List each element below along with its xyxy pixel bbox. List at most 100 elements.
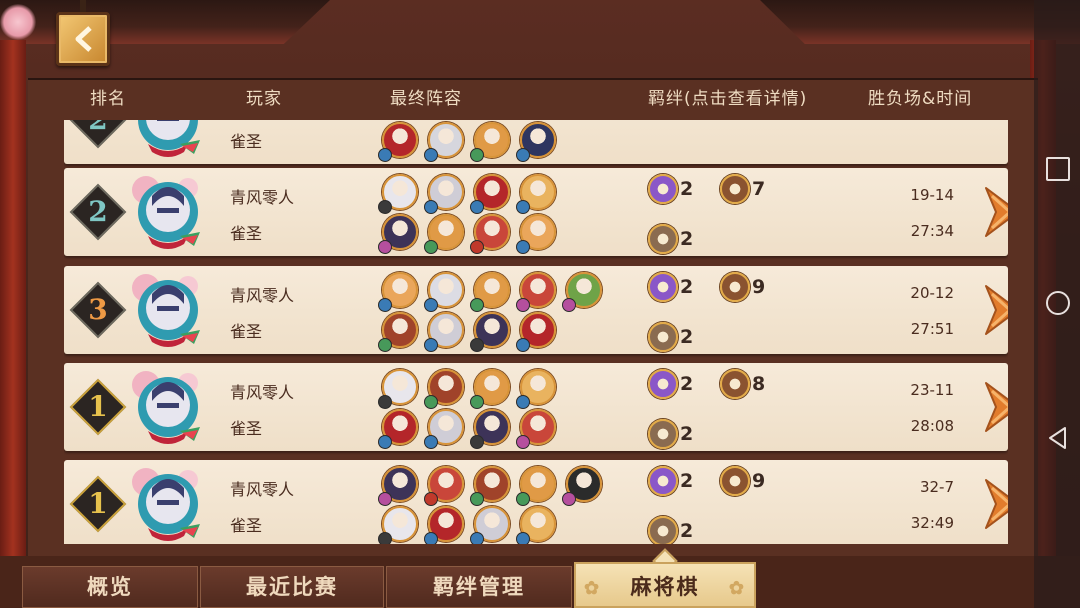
back-triangle-icon[interactable]	[1046, 426, 1070, 450]
horn-bond-icon[interactable]	[720, 272, 750, 302]
lineup-chess-piece-icon[interactable]	[516, 272, 556, 312]
lineup-chess-piece-icon[interactable]	[378, 272, 418, 312]
lineup-chess-piece-icon[interactable]	[470, 466, 510, 506]
mask-bond-icon[interactable]	[648, 516, 678, 544]
lineup-chess-piece-icon[interactable]	[424, 409, 464, 449]
lineup-chess-piece-icon[interactable]	[424, 466, 464, 506]
bond-count: 2	[680, 228, 694, 250]
mask-bond-icon[interactable]	[648, 224, 678, 254]
player-name: 青风零人	[230, 188, 295, 207]
element-tag-icon	[470, 395, 484, 409]
lineup-chess-piece-icon[interactable]	[470, 409, 510, 449]
tab-overview[interactable]: 概览	[22, 566, 198, 608]
element-tag-icon	[516, 338, 530, 352]
player-name: 青风零人	[230, 286, 295, 305]
column-header-bonds[interactable]: 羁绊(点击查看详情)	[648, 84, 807, 110]
element-tag-icon	[424, 435, 438, 449]
mask-bond-icon[interactable]	[648, 419, 678, 449]
flame-bond-icon[interactable]	[648, 272, 678, 302]
lineup-chess-piece-icon[interactable]	[516, 466, 556, 506]
chevron-right-icon[interactable]	[982, 478, 1008, 530]
bond-count: 2	[680, 373, 694, 395]
lineup-chess-piece-icon[interactable]	[470, 312, 510, 352]
flame-bond-icon[interactable]	[648, 174, 678, 204]
chevron-right-icon[interactable]	[982, 186, 1008, 238]
element-tag-icon	[516, 532, 530, 544]
opponent-name: 雀圣	[230, 419, 263, 438]
tab-bond-management[interactable]: 羁绊管理	[386, 566, 572, 608]
flame-bond-icon[interactable]	[648, 466, 678, 496]
chevron-right-icon[interactable]	[982, 284, 1008, 336]
column-header-player: 玩家	[246, 89, 282, 109]
element-tag-icon	[424, 338, 438, 352]
lineup-chess-piece-icon[interactable]	[562, 272, 602, 312]
element-tag-icon	[516, 240, 530, 254]
lineup-chess-piece-icon[interactable]	[378, 369, 418, 409]
match-duration: 28:08	[910, 417, 954, 435]
opponent-name: 雀圣	[230, 516, 263, 535]
flame-bond-icon[interactable]	[648, 369, 678, 399]
chevron-right-icon[interactable]	[982, 381, 1008, 433]
player-avatar-icon	[132, 371, 200, 444]
lineup-chess-piece-icon[interactable]	[378, 506, 418, 544]
match-row[interactable]: 2 青风零人 雀圣 2 7 2 19-14 27:34	[64, 168, 1008, 256]
lineup-chess-piece-icon[interactable]	[378, 174, 418, 214]
lineup-chess-piece-icon[interactable]	[470, 506, 510, 544]
lineup-chess-piece-icon[interactable]	[470, 122, 510, 162]
home-icon[interactable]	[1046, 291, 1070, 315]
lineup-chess-piece-icon[interactable]	[378, 409, 418, 449]
lineup-chess-piece-icon[interactable]	[516, 409, 556, 449]
element-tag-icon	[378, 240, 392, 254]
lineup-chess-piece-icon[interactable]	[470, 174, 510, 214]
rank-number: 2	[88, 120, 108, 137]
lineup-chess-piece-icon[interactable]	[516, 122, 556, 162]
lineup-chess-piece-icon[interactable]	[470, 214, 510, 254]
element-tag-icon	[516, 200, 530, 214]
system-nav-bar	[1034, 0, 1080, 608]
bond-count: 7	[752, 178, 766, 200]
horn-bond-icon[interactable]	[720, 174, 750, 204]
cherry-blossom-decoration	[0, 4, 36, 40]
lineup-chess-piece-icon[interactable]	[378, 312, 418, 352]
lineup-chess-piece-icon[interactable]	[516, 214, 556, 254]
lineup-chess-piece-icon[interactable]	[424, 122, 464, 162]
match-list[interactable]: 2雀圣2730:572青风零人雀圣27219-1427:343青风零人雀圣292…	[64, 120, 1008, 544]
horn-bond-icon[interactable]	[720, 466, 750, 496]
match-row[interactable]: 1 青风零人 雀圣 2 8 2 23-11 28:08	[64, 363, 1008, 451]
lineup-chess-piece-icon[interactable]	[470, 272, 510, 312]
bond-count: 2	[680, 423, 694, 445]
column-header-lineup: 最终阵容	[390, 89, 462, 109]
match-row[interactable]: 2雀圣2730:57	[64, 120, 1008, 164]
lineup-chess-piece-icon[interactable]	[516, 369, 556, 409]
match-row[interactable]: 1 青风零人 雀圣 2 9 2 32-7 32:49	[64, 460, 1008, 544]
lineup-chess-piece-icon[interactable]	[424, 312, 464, 352]
opponent-name: 雀圣	[230, 322, 263, 341]
lineup-chess-piece-icon[interactable]	[424, 506, 464, 544]
element-tag-icon	[470, 148, 484, 162]
back-button[interactable]	[56, 12, 110, 66]
tab-recent-matches[interactable]: 最近比赛	[200, 566, 384, 608]
tab-mahjong-chess[interactable]: ✿ 麻将棋 ✿	[574, 562, 756, 608]
lineup-chess-piece-icon[interactable]	[470, 369, 510, 409]
lineup-chess-piece-icon[interactable]	[516, 174, 556, 214]
recent-apps-icon[interactable]	[1046, 157, 1070, 181]
lineup-chess-piece-icon[interactable]	[424, 369, 464, 409]
lineup-chess-piece-icon[interactable]	[378, 466, 418, 506]
horn-bond-icon[interactable]	[720, 369, 750, 399]
lineup-chess-piece-icon[interactable]	[424, 174, 464, 214]
win-loss-record: 20-12	[910, 284, 954, 302]
column-header-result-time: 胜负场&时间	[868, 89, 973, 109]
element-tag-icon	[516, 148, 530, 162]
element-tag-icon	[424, 240, 438, 254]
element-tag-icon	[378, 532, 392, 544]
lineup-chess-piece-icon[interactable]	[378, 122, 418, 162]
lineup-chess-piece-icon[interactable]	[378, 214, 418, 254]
match-row[interactable]: 3 青风零人 雀圣 2 9 2 20-12 27:51	[64, 266, 1008, 354]
lineup-chess-piece-icon[interactable]	[516, 506, 556, 544]
lineup-chess-piece-icon[interactable]	[424, 214, 464, 254]
lineup-chess-piece-icon[interactable]	[516, 312, 556, 352]
element-tag-icon	[378, 148, 392, 162]
mask-bond-icon[interactable]	[648, 322, 678, 352]
lineup-chess-piece-icon[interactable]	[424, 272, 464, 312]
lineup-chess-piece-icon[interactable]	[562, 466, 602, 506]
